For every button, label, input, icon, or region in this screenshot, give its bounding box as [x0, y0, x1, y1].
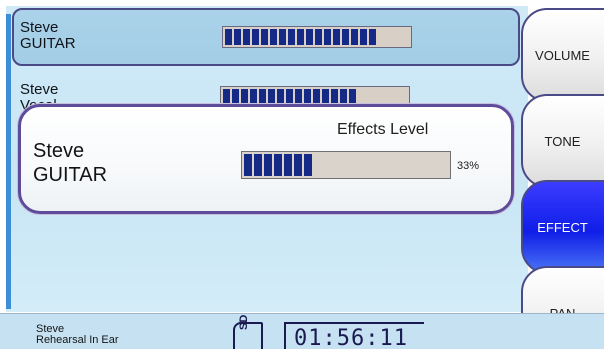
tab-label: VOLUME	[535, 47, 590, 63]
meter-segment	[241, 89, 248, 105]
meter-segment	[268, 89, 275, 105]
status-channel-name: Steve Rehearsal In Ear	[36, 323, 119, 346]
meter-segment	[277, 89, 284, 105]
tab-label: EFFECT	[537, 219, 588, 235]
meter-segment	[342, 29, 349, 45]
meter-segment	[225, 29, 232, 45]
meter-segment	[250, 89, 257, 105]
time-readout: 01:56:11	[294, 326, 408, 349]
meter-segment	[333, 29, 340, 45]
meter-segment	[288, 29, 295, 45]
effects-level-fill	[244, 154, 312, 176]
meter-segment	[306, 29, 313, 45]
meter-segment	[297, 29, 304, 45]
meter-segment	[264, 154, 272, 176]
meter-segment	[234, 29, 241, 45]
effects-level-meter[interactable]	[241, 151, 451, 179]
level-meter-fill	[225, 29, 376, 45]
status-bar: Steve Rehearsal In Ear SD 01:56:11	[0, 313, 604, 349]
channel-name: Steve GUITAR	[20, 19, 76, 52]
meter-segment	[223, 89, 230, 105]
sd-card-icon: SD	[233, 315, 263, 349]
meter-segment	[259, 89, 266, 105]
meter-segment	[261, 29, 268, 45]
meter-segment	[232, 89, 239, 105]
meter-segment	[313, 89, 320, 105]
meter-segment	[270, 29, 277, 45]
sd-card-label: SD	[238, 314, 250, 330]
meter-segment	[279, 29, 286, 45]
tab-effect[interactable]: EFFECT	[521, 180, 604, 274]
tab-volume[interactable]: VOLUME	[521, 8, 604, 102]
meter-segment	[360, 29, 367, 45]
list-scrollbar[interactable]	[6, 14, 11, 309]
meter-segment	[286, 89, 293, 105]
meter-segment	[322, 89, 329, 105]
meter-segment	[304, 154, 312, 176]
meter-segment	[304, 89, 311, 105]
level-meter	[222, 26, 412, 48]
popup-channel-name: Steve GUITAR	[33, 140, 108, 186]
meter-segment	[324, 29, 331, 45]
meter-segment	[274, 154, 282, 176]
meter-segment	[252, 29, 259, 45]
tab-label: TONE	[544, 133, 581, 149]
effects-level-percent: 33%	[457, 160, 480, 172]
meter-segment	[349, 89, 356, 105]
meter-segment	[254, 154, 262, 176]
level-meter-fill	[223, 89, 356, 105]
tab-tone[interactable]: TONE	[521, 94, 604, 188]
meter-segment	[315, 29, 322, 45]
mixer-screen: Steve GUITAR Steve Vocal Steve GUITAR Ef…	[0, 0, 604, 349]
meter-segment	[351, 29, 358, 45]
meter-segment	[295, 89, 302, 105]
meter-segment	[244, 154, 252, 176]
meter-segment	[294, 154, 302, 176]
meter-segment	[340, 89, 347, 105]
time-display: 01:56:11	[284, 322, 424, 349]
channel-row-guitar[interactable]: Steve GUITAR	[12, 8, 520, 66]
meter-segment	[284, 154, 292, 176]
meter-segment	[331, 89, 338, 105]
effects-level-popup: Steve GUITAR Effects Level 33%	[18, 104, 514, 214]
meter-segment	[243, 29, 250, 45]
popup-title: Effects Level	[337, 121, 429, 138]
meter-segment	[369, 29, 376, 45]
